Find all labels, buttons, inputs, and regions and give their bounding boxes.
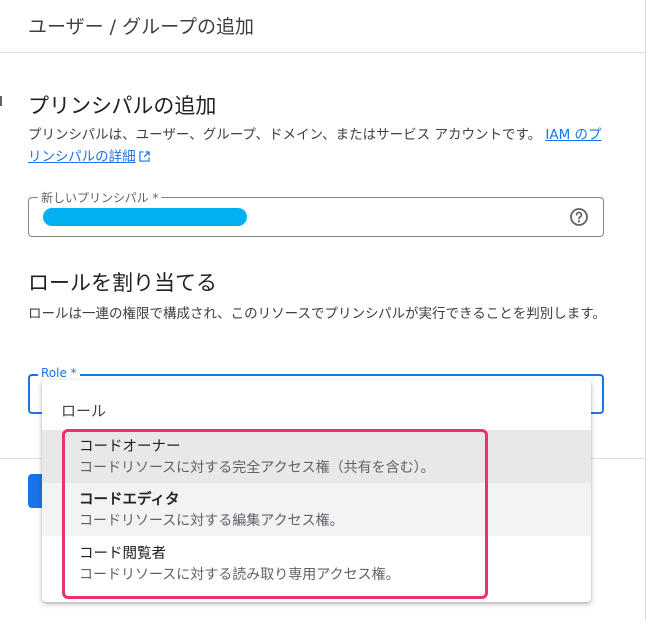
role-option-name: コード閲覧者 <box>79 546 166 562</box>
role-option-code-owner[interactable]: コードオーナー コードリソースに対する完全アクセス権（共有を含む）。 <box>42 430 591 483</box>
external-link-icon <box>138 151 150 162</box>
role-option-code-editor[interactable]: コードエディタ コードリソースに対する編集アクセス権。 <box>42 483 591 536</box>
roles-description: ロールは一連の権限で構成され、このリソースでプリンシパルが実行できることを判別し… <box>28 306 606 322</box>
role-option-description: コードリソースに対する完全アクセス権（共有を含む）。 <box>79 460 435 476</box>
role-dropdown: ロール コードオーナー コードリソースに対する完全アクセス権（共有を含む）。 コ… <box>42 380 591 602</box>
redacted-value <box>43 208 247 226</box>
header-divider <box>0 52 646 53</box>
role-option-description: コードリソースに対する読み取り専用アクセス権。 <box>79 567 400 583</box>
dropdown-header: ロール <box>61 402 107 420</box>
help-icon[interactable] <box>569 207 589 227</box>
roles-section-title: ロールを割り当てる <box>28 271 217 295</box>
role-label: Role * <box>38 366 80 380</box>
role-option-name: コードエディタ <box>79 492 180 508</box>
principals-section-title: プリンシパルの追加 <box>28 94 217 118</box>
edge-mark <box>0 96 2 106</box>
role-option-code-viewer[interactable]: コード閲覧者 コードリソースに対する読み取り専用アクセス権。 <box>42 537 591 590</box>
principals-description: プリンシパルは、ユーザー、グループ、ドメイン、またはサービス アカウントです。 … <box>28 124 608 168</box>
panel-title: ユーザー / グループの追加 <box>28 16 254 38</box>
new-principal-label: 新しいプリンシパル * <box>38 189 162 206</box>
role-option-description: コードリソースに対する編集アクセス権。 <box>79 513 344 529</box>
role-option-name: コードオーナー <box>79 439 181 455</box>
new-principal-field[interactable]: 新しいプリンシパル * <box>28 189 604 237</box>
principals-description-text: プリンシパルは、ユーザー、グループ、ドメイン、またはサービス アカウントです。 <box>28 127 542 143</box>
save-button[interactable] <box>28 474 42 508</box>
